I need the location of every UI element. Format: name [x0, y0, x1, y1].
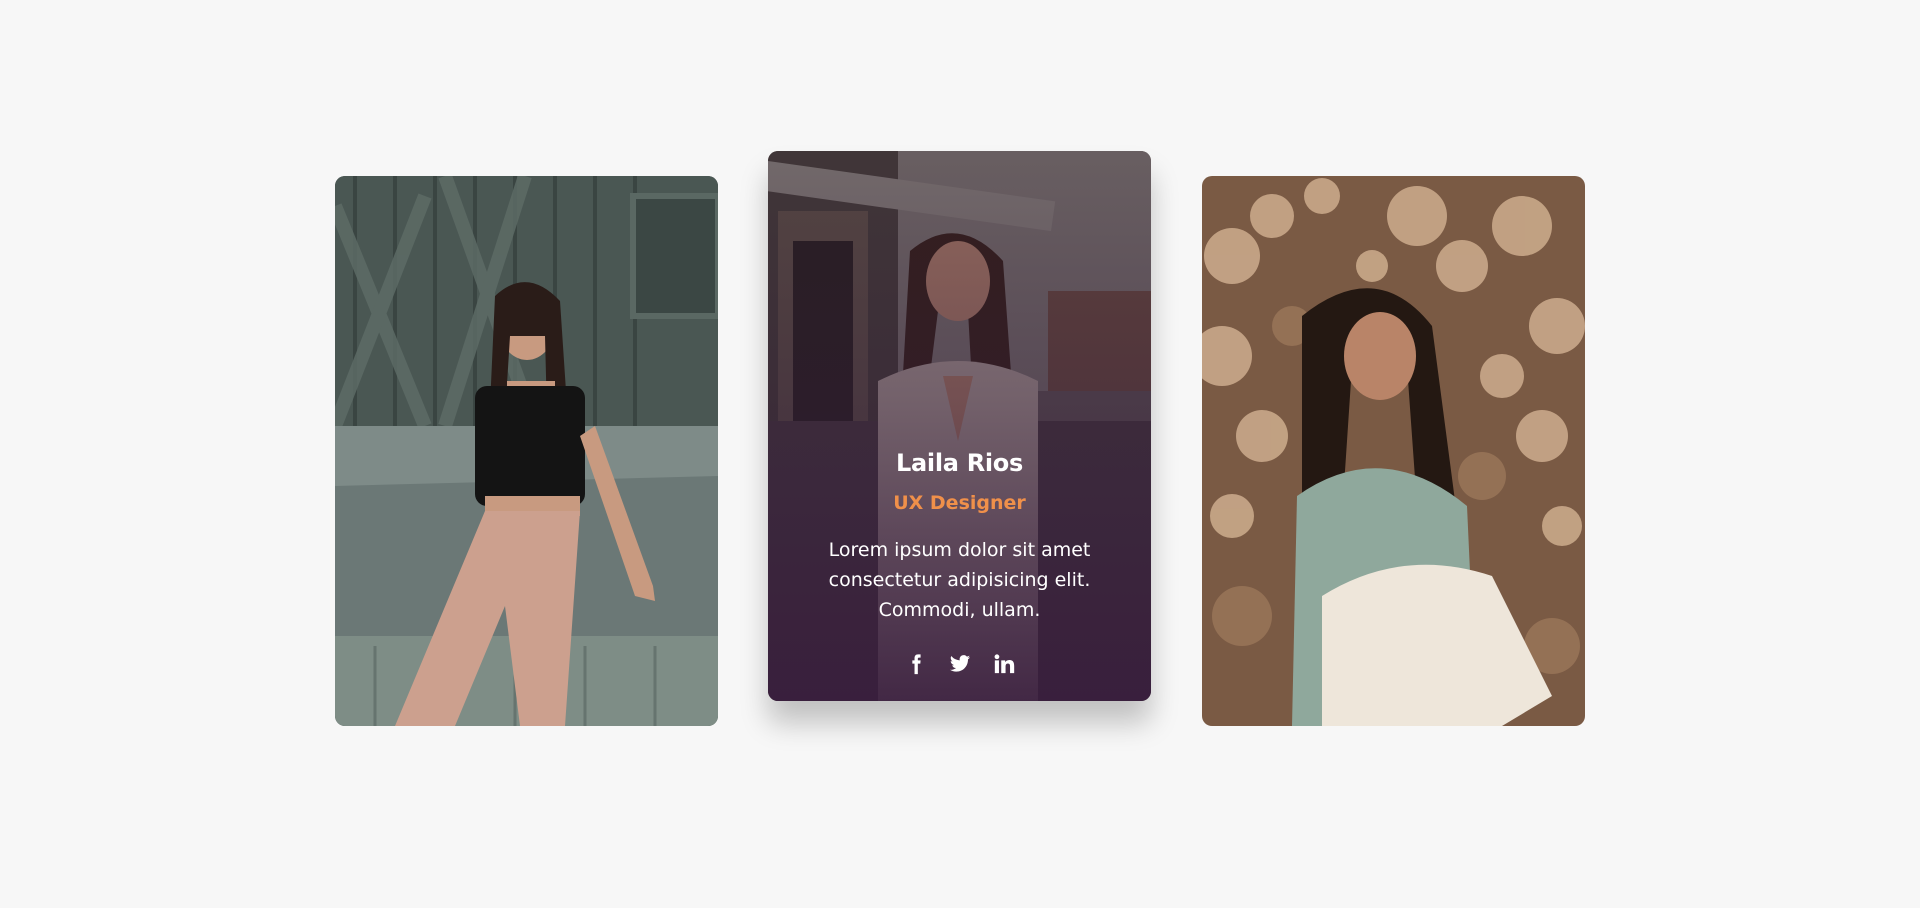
profile-photo — [1202, 176, 1585, 726]
twitter-icon[interactable] — [947, 651, 973, 677]
member-role: UX Designer — [893, 492, 1026, 514]
card-content: Laila Rios UX Designer Lorem ipsum dolor… — [768, 449, 1151, 677]
team-card-section: Laila Rios UX Designer Lorem ipsum dolor… — [0, 0, 1920, 908]
facebook-icon[interactable] — [903, 651, 929, 677]
team-card-left[interactable] — [335, 176, 718, 726]
member-bio: Lorem ipsum dolor sit amet consectetur a… — [828, 539, 1091, 621]
member-name: Laila Rios — [896, 449, 1023, 477]
profile-photo — [335, 176, 718, 726]
team-card-right[interactable] — [1202, 176, 1585, 726]
team-card-featured[interactable]: Laila Rios UX Designer Lorem ipsum dolor… — [768, 151, 1151, 701]
linkedin-icon[interactable] — [991, 651, 1017, 677]
social-links — [768, 651, 1151, 677]
